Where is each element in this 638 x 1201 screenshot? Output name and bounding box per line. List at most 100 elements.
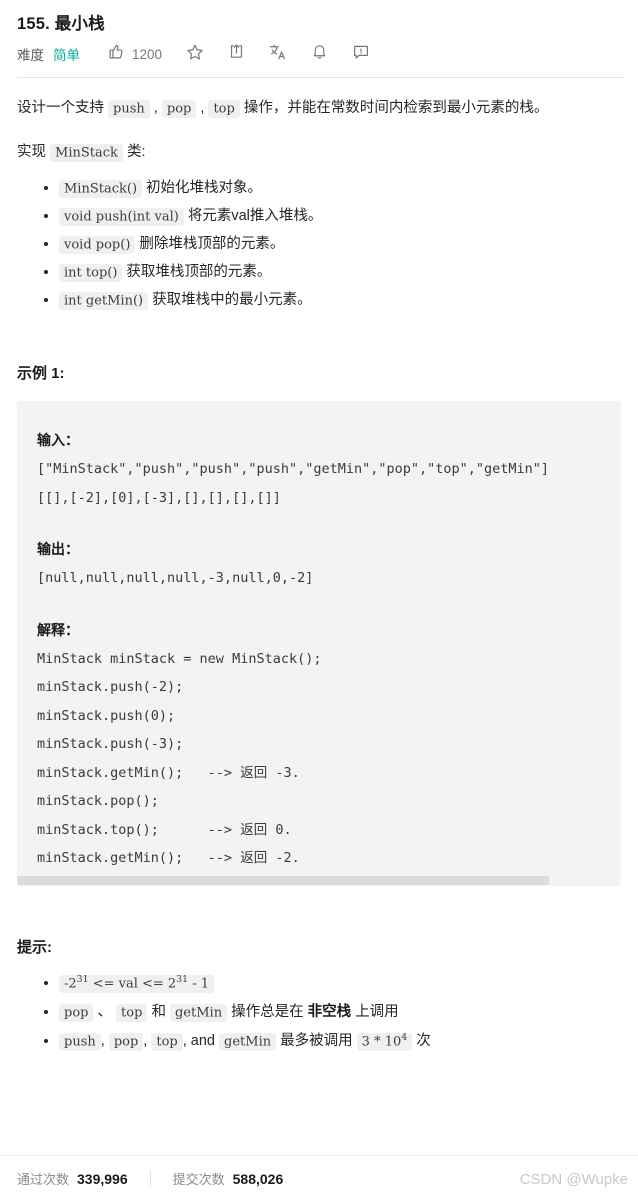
method-desc: 初始化堆栈对象。 <box>142 180 263 196</box>
explain-line: minStack.push(-3); <box>37 736 184 752</box>
translate-icon <box>269 43 287 66</box>
inline-code-push: push <box>108 99 150 118</box>
desc-text-c: , <box>196 100 209 116</box>
submissions-value: 588,026 <box>232 1171 284 1187</box>
hint-constraint-range: -231 <= val <= 231 - 1 <box>59 973 215 993</box>
notification-button[interactable] <box>311 43 328 65</box>
impl-text-a: 实现 <box>17 144 51 160</box>
problem-page: 155. 最小栈 难度 简单 1200 设计一个支持 push , pop , … <box>0 0 638 1201</box>
hint3-sep-1: , <box>100 1033 109 1049</box>
hint-sep-1: 、 <box>93 1004 117 1020</box>
hint-base-a: -2 <box>64 976 77 991</box>
list-item: pop 、 top 和 getMin 操作总是在 非空栈 上调用 <box>59 998 621 1027</box>
explain-line: minStack.push(0); <box>37 707 176 724</box>
translate-button[interactable] <box>269 43 287 66</box>
desc-text-d: 操作，并能在常数时间内检索到最小元素的栈。 <box>239 100 549 116</box>
example-code-content: 输入： ["MinStack","push","push","push","get… <box>17 425 621 873</box>
problem-header: 155. 最小栈 难度 简单 1200 <box>0 0 638 78</box>
hint-exp-b: 31 <box>176 973 189 985</box>
method-signature: int getMin() <box>59 291 149 310</box>
inline-code-pop: pop <box>161 99 197 118</box>
explain-line: MinStack minStack = new MinStack(); <box>37 650 322 667</box>
hint-code-pop: pop <box>59 1003 94 1022</box>
hint-code-getmin: getMin <box>169 1003 228 1022</box>
method-signature: int top() <box>59 263 123 282</box>
share-button[interactable] <box>228 43 245 65</box>
feedback-icon <box>352 43 370 66</box>
method-signature: MinStack() <box>59 179 143 198</box>
thumbs-up-icon <box>108 43 125 65</box>
hints-list: -231 <= val <= 231 - 1 pop 、 top 和 getMi… <box>17 969 621 1056</box>
difficulty-badge[interactable]: 简单 <box>53 44 80 64</box>
accepted-stat: 通过次数 339,996 <box>17 1169 128 1188</box>
stats-footer: 通过次数 339,996 提交次数 588,026 CSDN @Wupke <box>0 1155 638 1201</box>
code-spacer <box>37 593 621 615</box>
list-item: int getMin() 获取堆栈中的最小元素。 <box>59 286 621 314</box>
list-item: push, pop, top, and getMin 最多被调用 3 * 104… <box>59 1027 621 1056</box>
bell-icon <box>311 43 328 65</box>
example-heading: 示例 1: <box>17 365 65 382</box>
method-signature: void pop() <box>59 235 136 254</box>
method-list: MinStack() 初始化堆栈对象。 void push(int val) 将… <box>17 174 621 314</box>
description-paragraph-2: 实现 MinStack 类: <box>17 139 621 166</box>
output-label: 输出： <box>37 541 79 557</box>
hint-sep-3: 操作总是在 <box>227 1004 308 1020</box>
stat-divider <box>149 1170 151 1187</box>
hints-heading: 提示: <box>17 939 52 956</box>
horizontal-scrollbar[interactable] <box>17 875 621 886</box>
input-line-1: ["MinStack","push","push","push","getMin… <box>37 461 550 477</box>
method-desc: 删除堆栈顶部的元素。 <box>135 236 285 252</box>
accepted-label: 通过次数 <box>17 1172 70 1187</box>
hint-sep-2: 和 <box>147 1004 170 1020</box>
hint-limit-exp: 4 <box>401 1031 408 1043</box>
explain-line: minStack.top(); --> 返回 0. <box>37 821 292 838</box>
hint3-sep-4: 最多被调用 <box>276 1033 357 1049</box>
star-icon <box>186 43 204 66</box>
list-item: void pop() 删除堆栈顶部的元素。 <box>59 230 621 258</box>
inline-code-top: top <box>208 99 240 118</box>
inline-code-minstack: MinStack <box>50 143 123 162</box>
share-icon <box>228 43 245 65</box>
explain-line: minStack.getMin(); --> 返回 -3. <box>37 764 300 781</box>
hint-mid: <= val <= 2 <box>88 976 177 991</box>
impl-text-b: 类: <box>122 144 146 160</box>
watermark: CSDN @Wupke <box>519 1171 628 1188</box>
description-paragraph-1: 设计一个支持 push , pop , top 操作，并能在常数时间内检索到最小… <box>17 95 621 122</box>
hint-limit-base: 3 * 10 <box>361 1034 402 1049</box>
hint-code-pop: pop <box>108 1032 144 1051</box>
page-title: 155. 最小栈 <box>17 15 105 33</box>
header-divider <box>17 77 625 78</box>
desc-text-a: 设计一个支持 <box>17 100 109 116</box>
hint-code-top: top <box>151 1032 183 1051</box>
list-item: void push(int val) 将元素val推入堆栈。 <box>59 202 621 230</box>
method-desc: 获取堆栈中的最小元素。 <box>148 292 312 308</box>
problem-toolbar: 难度 简单 1200 <box>0 34 638 64</box>
desc-text-b: , <box>149 100 162 116</box>
list-item: MinStack() 初始化堆栈对象。 <box>59 174 621 202</box>
input-label: 输入： <box>37 432 79 448</box>
difficulty-label: 难度 <box>17 48 44 63</box>
example-code-block[interactable]: 输入： ["MinStack","push","push","push","get… <box>17 401 621 886</box>
method-desc: 获取堆栈顶部的元素。 <box>122 264 272 280</box>
hint3-sep-5: 次 <box>412 1033 431 1049</box>
hint-exp-a: 31 <box>76 973 89 985</box>
submissions-stat: 提交次数 588,026 <box>173 1169 284 1188</box>
problem-content: 设计一个支持 push , pop , top 操作，并能在常数时间内检索到最小… <box>0 95 638 1056</box>
like-count: 1200 <box>132 46 163 62</box>
hint-emphasis: 非空栈 <box>307 1004 352 1020</box>
explain-line: minStack.pop(); <box>37 793 159 809</box>
method-signature: void push(int val) <box>59 207 184 226</box>
method-desc: 将元素val推入堆栈。 <box>183 208 323 224</box>
like-button[interactable]: 1200 <box>108 43 162 65</box>
input-line-2: [[],[-2],[0],[-3],[],[],[],[]] <box>37 489 281 506</box>
code-spacer <box>37 512 621 534</box>
hint-call-limit: 3 * 104 <box>356 1031 413 1051</box>
scrollbar-thumb[interactable] <box>17 876 549 885</box>
feedback-button[interactable] <box>352 43 370 66</box>
favorite-button[interactable] <box>186 43 204 66</box>
hint-code-getmin: getMin <box>219 1032 277 1051</box>
list-item: -231 <= val <= 231 - 1 <box>59 969 621 998</box>
hint-sep-4: 上调用 <box>351 1004 399 1020</box>
hint3-sep-3: , and <box>182 1033 220 1049</box>
explain-line: minStack.push(-2); <box>37 679 184 695</box>
